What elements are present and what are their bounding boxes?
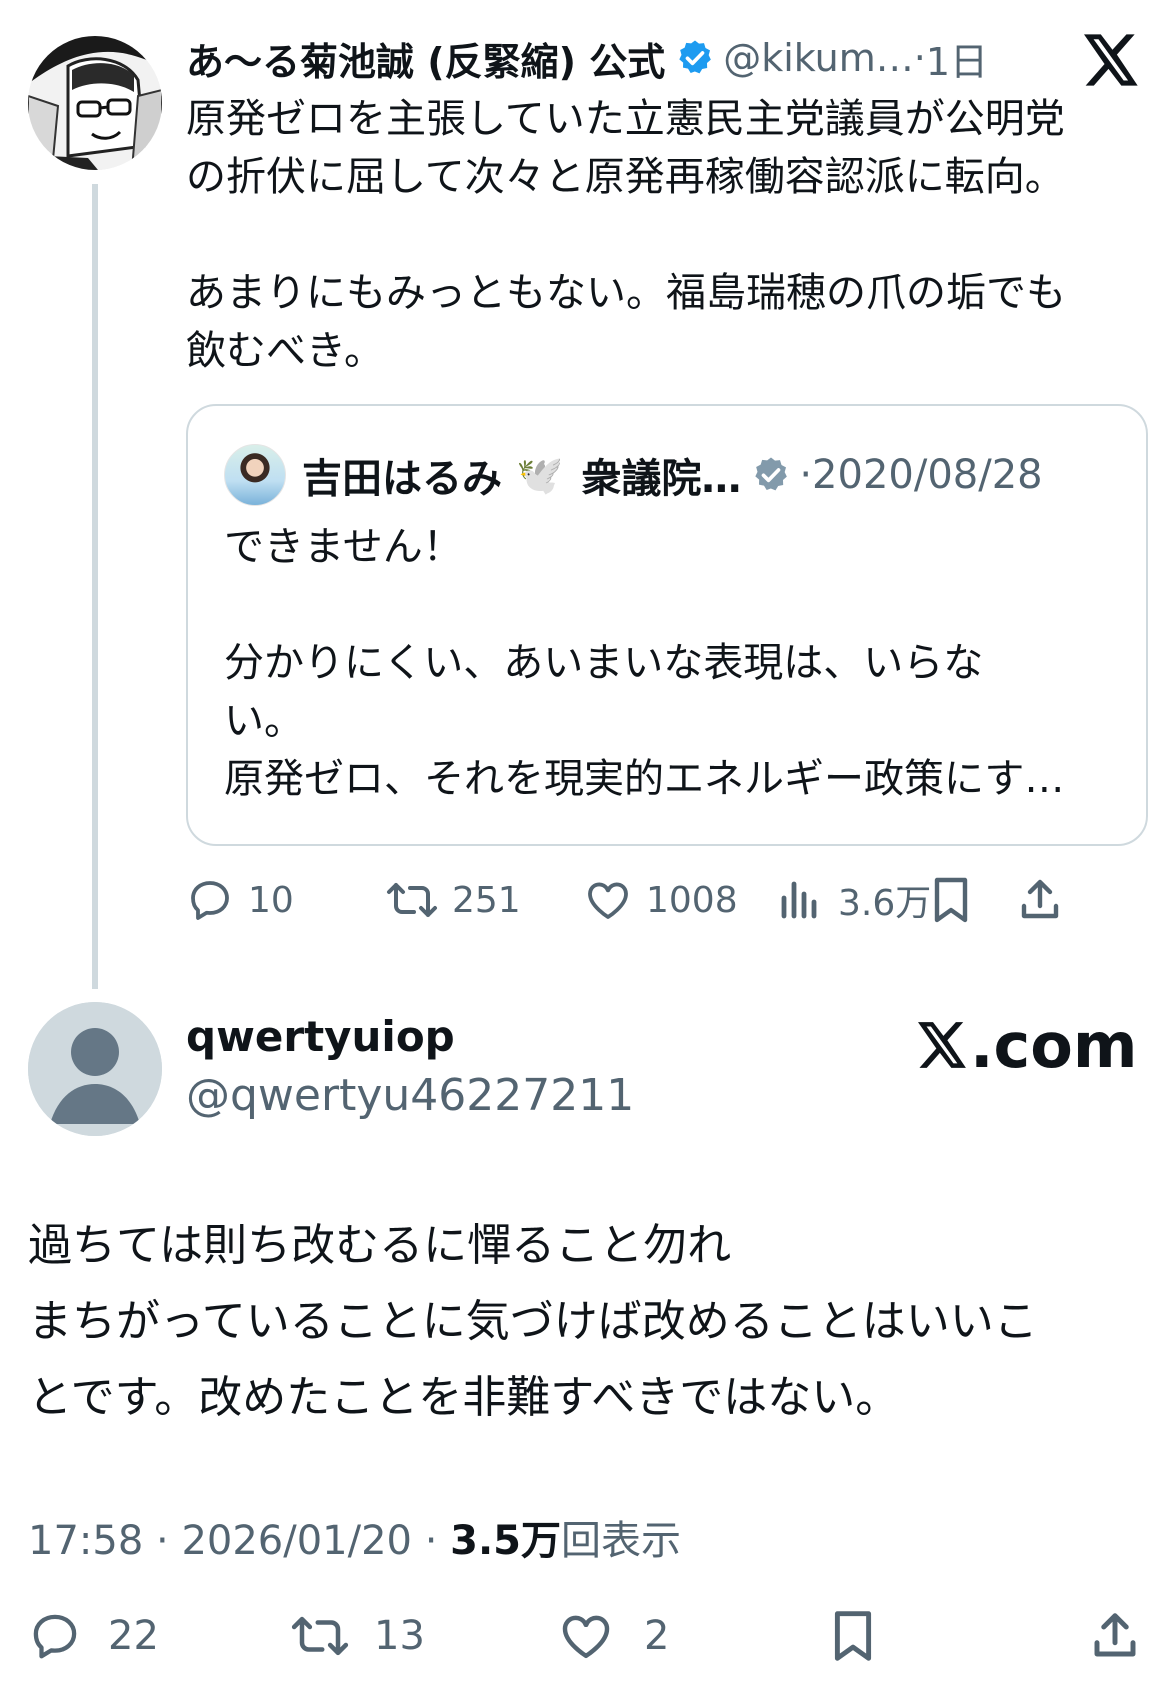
x-logo-icon: [918, 1022, 966, 1068]
tweet-text: 原発ゼロを主張していた立憲民主党議員が公明党 の折伏に屈して次々と原発再稼働容認…: [186, 96, 1066, 374]
quoted-author-title: 衆議院…: [581, 456, 742, 502]
quoted-tweet-card[interactable]: 吉田はるみ 🕊️ 衆議院… · 2020/08/28 できません！ 分かりにくい…: [186, 404, 1148, 846]
reply-share-button[interactable]: [1088, 1603, 1142, 1669]
repost-icon: [291, 1616, 349, 1656]
reply-reply-count: 22: [108, 1613, 159, 1659]
tweet-time[interactable]: 1日: [926, 31, 988, 86]
reply-views-label: 回表示: [561, 1518, 681, 1564]
bookmark-icon: [934, 877, 968, 923]
author-avatar[interactable]: [28, 36, 162, 170]
reply-reply-button[interactable]: 22: [28, 1603, 159, 1669]
bookmark-icon: [834, 1611, 872, 1661]
reply-repost-button[interactable]: 13: [290, 1603, 425, 1669]
repost-button[interactable]: 251: [386, 870, 521, 930]
reply-like-button[interactable]: 2: [558, 1603, 669, 1669]
like-count: 1008: [646, 879, 738, 921]
repost-icon: [387, 883, 437, 917]
meta-separator: ·: [424, 1518, 451, 1564]
reply-meta: 17:58 · 2026/01/20 · 3.5万回表示: [28, 1508, 681, 1566]
timestamp-separator: ·: [799, 452, 813, 498]
dove-emoji-icon: 🕊️: [516, 452, 564, 497]
quoted-tweet-date: 2020/08/28: [812, 452, 1043, 498]
x-com-watermark: .com: [918, 1008, 1138, 1082]
watermark-domain: .com: [970, 1008, 1138, 1082]
meta-separator: ·: [156, 1518, 182, 1564]
views-button[interactable]: 3.6万: [776, 870, 931, 930]
reply-button[interactable]: 10: [186, 870, 294, 930]
quoted-author-display-name: 吉田はるみ: [302, 456, 502, 502]
verified-gray-badge-icon: [751, 455, 791, 495]
like-button[interactable]: 1008: [584, 870, 738, 930]
x-logo-icon: [1084, 34, 1140, 86]
heart-icon: [588, 882, 628, 919]
reply-icon: [33, 1614, 77, 1659]
views-count: 3.6万: [838, 883, 932, 924]
tweet-action-bar: 10 251 1008 3.6万: [186, 870, 1146, 930]
reply-bookmark-button[interactable]: [828, 1603, 878, 1669]
quoted-tweet-text: できません！ 分かりにくい、あいまいな表現は、いらな い。 原発ゼロ、それを現実…: [224, 524, 1065, 802]
reply-time[interactable]: 17:58: [28, 1518, 143, 1564]
thread-connector-line: [92, 184, 98, 989]
reply-author-avatar[interactable]: [28, 1002, 162, 1136]
bookmark-button[interactable]: [928, 870, 974, 930]
reply-action-bar: 22 13 2: [28, 1603, 1148, 1669]
quoted-tweet-header: 吉田はるみ 🕊️ 衆議院… · 2020/08/28: [224, 442, 1124, 508]
reply-icon: [191, 881, 229, 920]
share-button[interactable]: [1016, 870, 1064, 930]
repost-count: 251: [452, 879, 521, 921]
timestamp-separator: ·: [913, 36, 926, 80]
reply-count: 10: [248, 879, 294, 921]
analytics-icon: [781, 881, 817, 919]
reply-author-handle[interactable]: @qwertyu46227211: [186, 1070, 634, 1121]
reply-date[interactable]: 2026/01/20: [181, 1518, 412, 1564]
reply-text: 過ちては則ち改むるに憚ること勿れ まちがっていることに気づけば改めることはいいこ…: [28, 1220, 1038, 1423]
share-icon: [1021, 879, 1059, 919]
author-handle[interactable]: @kikum…: [723, 36, 914, 80]
verified-badge-icon[interactable]: [675, 38, 715, 78]
reply-repost-count: 13: [374, 1613, 425, 1659]
tweet-header: あ〜る菊池誠 (反緊縮) 公式 @kikum… · 1日: [186, 28, 1086, 88]
reply-like-count: 2: [644, 1613, 670, 1659]
heart-icon: [562, 1615, 610, 1659]
share-icon: [1094, 1613, 1136, 1657]
reply-author-display-name[interactable]: qwertyuiop: [186, 1012, 455, 1061]
author-display-name[interactable]: あ〜る菊池誠 (反緊縮) 公式: [186, 31, 665, 86]
reply-views-count: 3.5万: [450, 1518, 561, 1564]
quoted-author-avatar: [224, 444, 286, 506]
